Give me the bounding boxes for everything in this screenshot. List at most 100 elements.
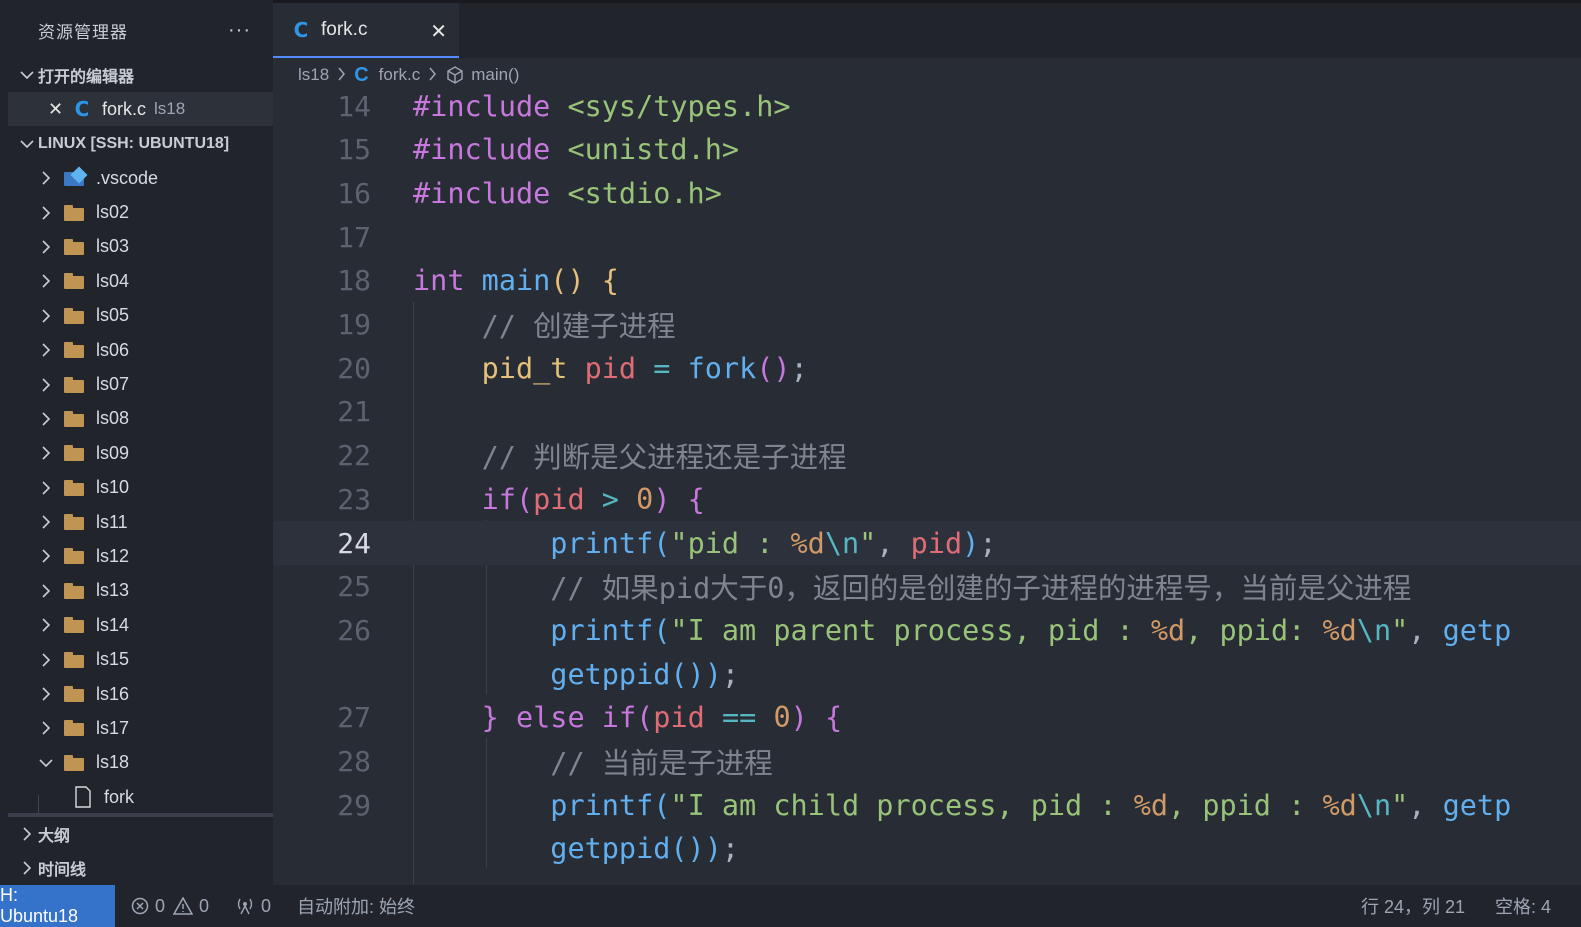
tree-item-ls14[interactable]: ls14: [8, 608, 273, 642]
code-line[interactable]: 15 #include <unistd.h>: [273, 128, 1581, 172]
ports-count: 0: [261, 895, 272, 916]
code-line[interactable]: 29 printf("I am child process, pid : %d,…: [273, 783, 1581, 827]
folder-icon: [64, 445, 86, 462]
code-text: } else if(pid == 0) {: [481, 701, 843, 735]
tree-item-ls16[interactable]: ls16: [8, 677, 273, 711]
tab-fork-c[interactable]: C fork.c ✕: [273, 3, 459, 58]
outline-section[interactable]: 大纲: [8, 817, 273, 851]
code-line[interactable]: 28 // 当前是子进程: [273, 740, 1581, 784]
breadcrumb-file[interactable]: fork.c: [379, 65, 421, 85]
close-icon[interactable]: ✕: [430, 19, 447, 44]
folder-icon: [64, 582, 86, 599]
auto-attach-indicator[interactable]: 自动附加: 始终: [297, 893, 415, 919]
chevron-right-icon: [16, 861, 38, 875]
code-line[interactable]: getppid());: [273, 652, 1581, 696]
code-text: // 判断是父进程还是子进程: [481, 441, 847, 475]
chevron-right-icon: [36, 584, 56, 598]
code-line[interactable]: 17: [273, 215, 1581, 259]
code-line[interactable]: 22 // 判断是父进程还是子进程: [273, 434, 1581, 478]
tree-item-ls06[interactable]: ls06: [8, 333, 273, 367]
folder-icon: [64, 686, 86, 703]
code-line[interactable]: 14 #include <sys/types.h>: [273, 84, 1581, 128]
remote-indicator[interactable]: H: Ubuntu18: [0, 885, 115, 927]
tree-item-ls18[interactable]: ls18: [8, 746, 273, 780]
tree-item-ls09[interactable]: ls09: [8, 436, 273, 470]
cursor-position[interactable]: 行 24，列 21: [1361, 893, 1465, 919]
tree-item-label: ls03: [96, 236, 130, 257]
more-actions-icon[interactable]: ···: [228, 19, 251, 42]
status-right: 行 24，列 21 空格: 4: [1361, 885, 1581, 927]
chevron-right-icon: [36, 206, 56, 220]
chevron-right-icon: [36, 653, 56, 667]
code-text: getppid());: [550, 657, 740, 691]
folder-icon: [64, 342, 86, 359]
code-text: // 创建子进程: [481, 310, 676, 343]
file-tree: .vscode ls02 ls03 ls04 ls05 ls06 ls07 ls08 ls09 l…: [8, 161, 273, 814]
code-line[interactable]: 20 pid_t pid = fork();: [273, 346, 1581, 390]
editor-tabbar: C fork.c ✕: [273, 3, 1581, 58]
code-text: #include <stdio.h>: [413, 176, 722, 210]
workspace-label: LINUX [SSH: UBUNTU18]: [38, 135, 230, 152]
code-line[interactable]: getppid());: [273, 827, 1581, 871]
tree-item-label: ls12: [96, 545, 130, 566]
code-editor[interactable]: 14 #include <sys/types.h> 15 #include <unis…: [273, 84, 1581, 885]
tree-item-label: ls17: [96, 717, 130, 738]
breadcrumb-folder[interactable]: ls18: [298, 65, 329, 85]
breadcrumb-symbol[interactable]: main(): [471, 65, 519, 85]
chevron-right-icon: [36, 274, 56, 288]
line-number: 28: [337, 745, 371, 778]
code-line[interactable]: 24 printf("pid : %d\n", pid);: [273, 521, 1581, 565]
tree-item-ls12[interactable]: ls12: [8, 539, 273, 573]
tree-item-ls07[interactable]: ls07: [8, 367, 273, 401]
code-line[interactable]: 19 // 创建子进程: [273, 303, 1581, 347]
folder-icon: [64, 617, 86, 634]
tree-item-ls03[interactable]: ls03: [8, 230, 273, 264]
explorer-title: 资源管理器: [38, 23, 128, 42]
code-text: printf("I am child process, pid : %d, pp…: [550, 788, 1512, 822]
chevron-right-icon: [36, 377, 56, 392]
chevron-right-icon: [36, 618, 56, 632]
code-line[interactable]: 16 #include <stdio.h>: [273, 171, 1581, 215]
open-editor-item[interactable]: ✕ C fork.c ls18: [8, 92, 273, 126]
tree-item-ls05[interactable]: ls05: [8, 299, 273, 333]
tree-item-label: ls18: [96, 752, 130, 773]
code-line[interactable]: 23 if(pid > 0) {: [273, 477, 1581, 521]
code-text: getppid());: [550, 832, 740, 866]
error-icon: [131, 897, 149, 915]
code-line[interactable]: 18 int main() {: [273, 259, 1581, 303]
tree-item-ls11[interactable]: ls11: [8, 505, 273, 539]
code-line[interactable]: 25 // 如果pid大于0，返回的是创建的子进程的进程号，当前是父进程: [273, 565, 1581, 609]
chevron-down-icon: [16, 139, 38, 149]
code-line[interactable]: 21: [273, 390, 1581, 434]
tree-item-ls04[interactable]: ls04: [8, 264, 273, 298]
tree-item-ls13[interactable]: ls13: [8, 574, 273, 608]
chevron-right-icon: [36, 515, 56, 529]
tree-item-fork[interactable]: fork: [8, 780, 273, 814]
tree-item-ls10[interactable]: ls10: [8, 471, 273, 505]
tree-item-label: ls09: [96, 442, 130, 463]
open-editors-label: 打开的编辑器: [38, 69, 135, 86]
status-bar: H: Ubuntu18 0 0 0 自动附加: 始终 行 24，列 21 空格:…: [0, 885, 1581, 927]
code-text: pid_t pid = fork();: [481, 351, 808, 385]
tree-item-label: ls14: [96, 614, 130, 635]
indentation-setting[interactable]: 空格: 4: [1495, 893, 1551, 919]
workspace-section[interactable]: LINUX [SSH: UBUNTU18]: [8, 127, 273, 161]
problems-indicator[interactable]: 0 0: [131, 896, 209, 917]
close-icon[interactable]: ✕: [48, 99, 70, 120]
tree-item-vscode[interactable]: .vscode: [8, 161, 273, 195]
line-number: 17: [337, 220, 371, 254]
code-line[interactable]: 27 } else if(pid == 0) {: [273, 696, 1581, 740]
open-editors-section[interactable]: 打开的编辑器: [8, 58, 273, 92]
code-line[interactable]: 26 printf("I am parent process, pid : %d…: [273, 608, 1581, 652]
tree-item-ls17[interactable]: ls17: [8, 711, 273, 745]
folder-icon: [64, 204, 86, 221]
tree-item-ls15[interactable]: ls15: [8, 642, 273, 676]
code-text: // 如果pid大于0，返回的是创建的子进程的进程号，当前是父进程: [550, 572, 1412, 606]
code-text: printf("pid : %d\n", pid);: [550, 526, 997, 560]
timeline-section[interactable]: 时间线: [8, 851, 273, 885]
tree-item-ls08[interactable]: ls08: [8, 402, 273, 436]
ports-indicator[interactable]: 0: [235, 896, 271, 917]
line-number: 18: [337, 264, 371, 298]
tree-item-ls02[interactable]: ls02: [8, 195, 273, 229]
code-text: printf("I am parent process, pid : %d, p…: [550, 613, 1512, 647]
